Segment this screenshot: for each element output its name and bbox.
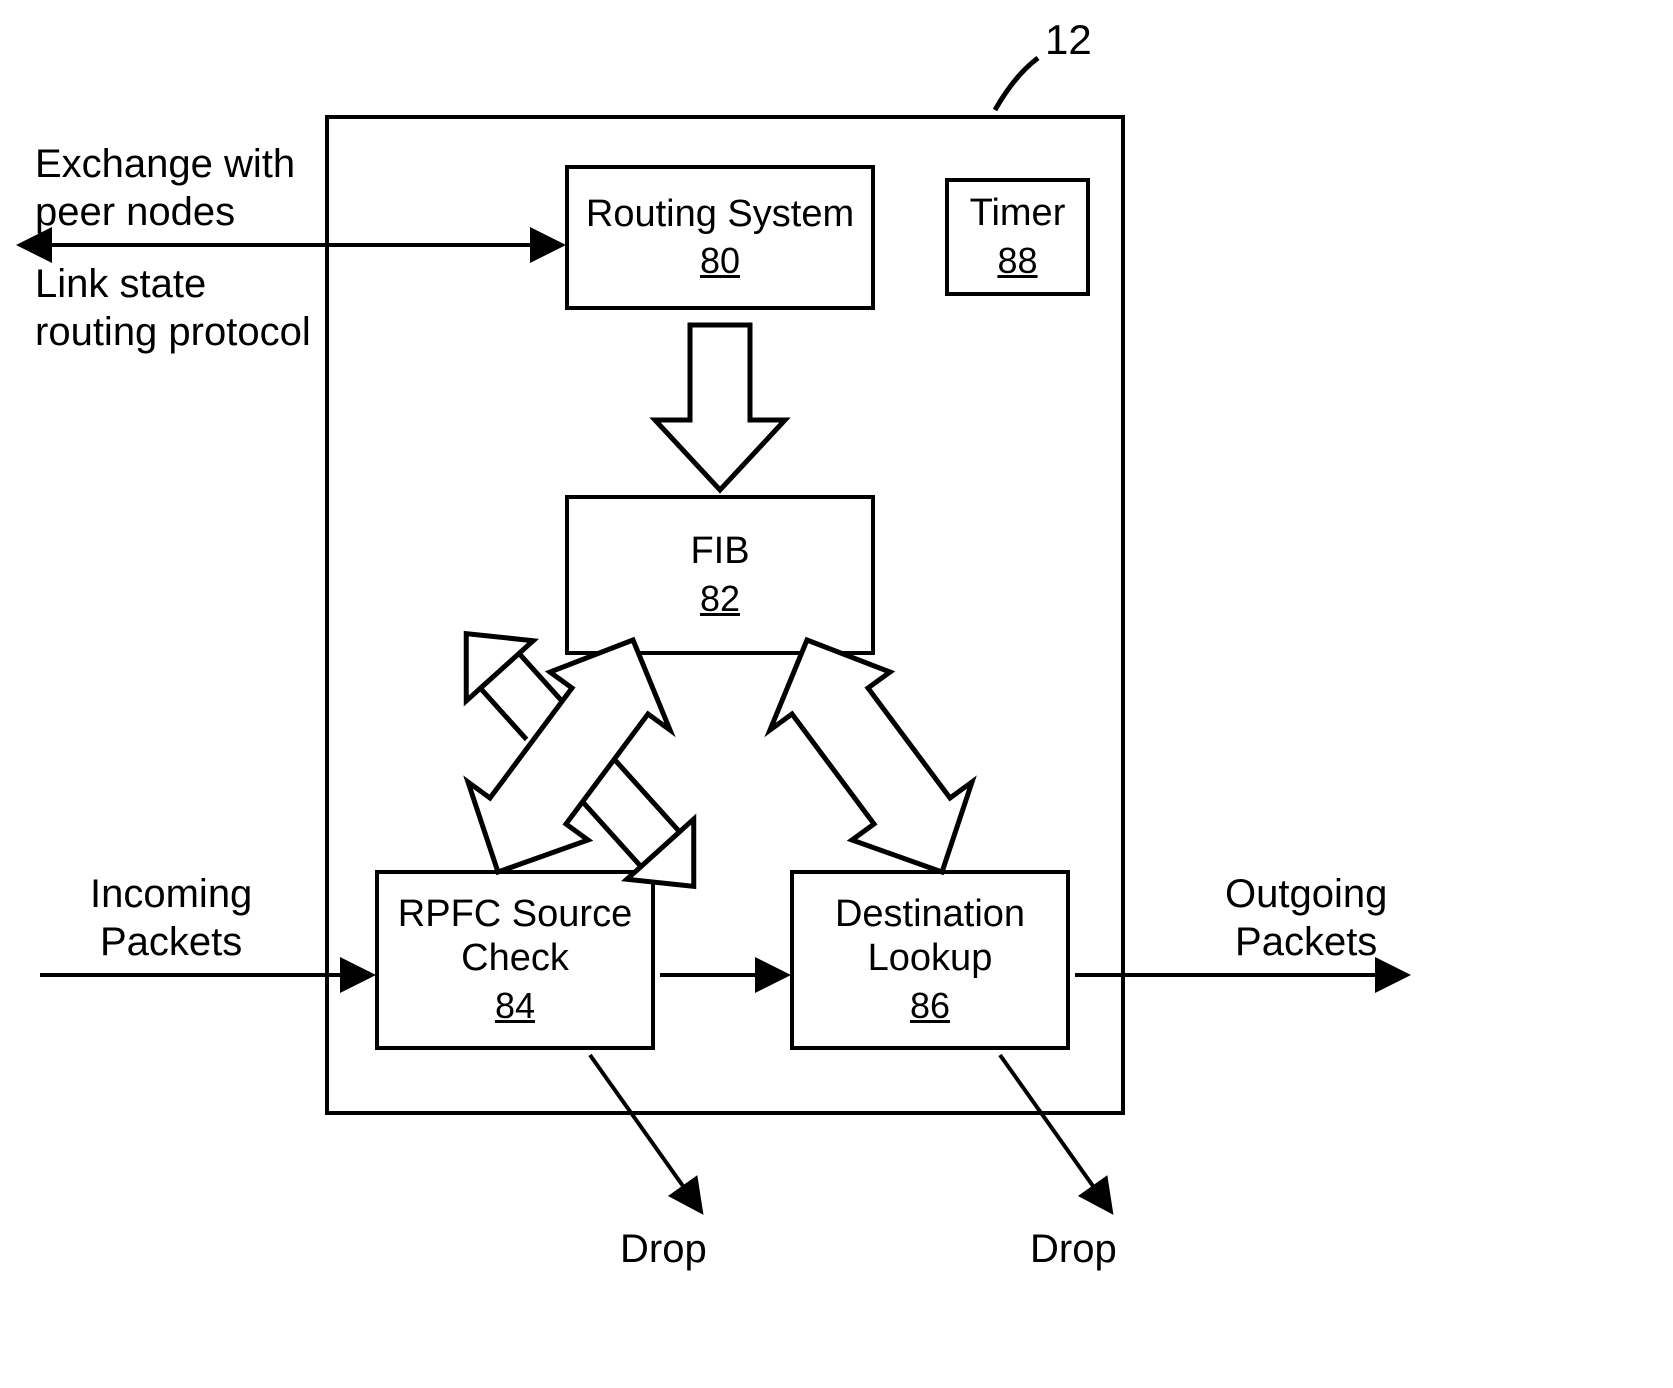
exchange-top-label: Exchange with peer nodes: [35, 140, 295, 236]
ref-tick: [995, 58, 1038, 110]
incoming-label: Incoming Packets: [90, 870, 252, 966]
drop-label-1: Drop: [620, 1225, 707, 1273]
exchange-bottom-label: Link state routing protocol: [35, 260, 311, 356]
timer-label: Timer: [970, 192, 1066, 236]
routing-system-label: Routing System: [586, 193, 854, 237]
routing-system-block: Routing System 80: [565, 165, 875, 310]
timer-num: 88: [997, 240, 1037, 282]
figure-ref-label: 12: [1045, 15, 1092, 65]
diagram-canvas: 12 Routing System 80 Timer 88 FIB 82 RPF…: [0, 0, 1673, 1388]
routing-system-num: 80: [700, 240, 740, 282]
fib-num: 82: [700, 578, 740, 620]
dest-lookup-num: 86: [910, 985, 950, 1027]
outgoing-label: Outgoing Packets: [1225, 870, 1387, 966]
timer-block: Timer 88: [945, 178, 1090, 296]
dest-lookup-block: Destination Lookup 86: [790, 870, 1070, 1050]
drop-label-2: Drop: [1030, 1225, 1117, 1273]
dest-lookup-label: Destination Lookup: [794, 893, 1066, 980]
fib-label: FIB: [690, 530, 749, 574]
rpfc-block: RPFC Source Check 84: [375, 870, 655, 1050]
fib-block: FIB 82: [565, 495, 875, 655]
rpfc-label: RPFC Source Check: [379, 893, 651, 980]
rpfc-num: 84: [495, 985, 535, 1027]
